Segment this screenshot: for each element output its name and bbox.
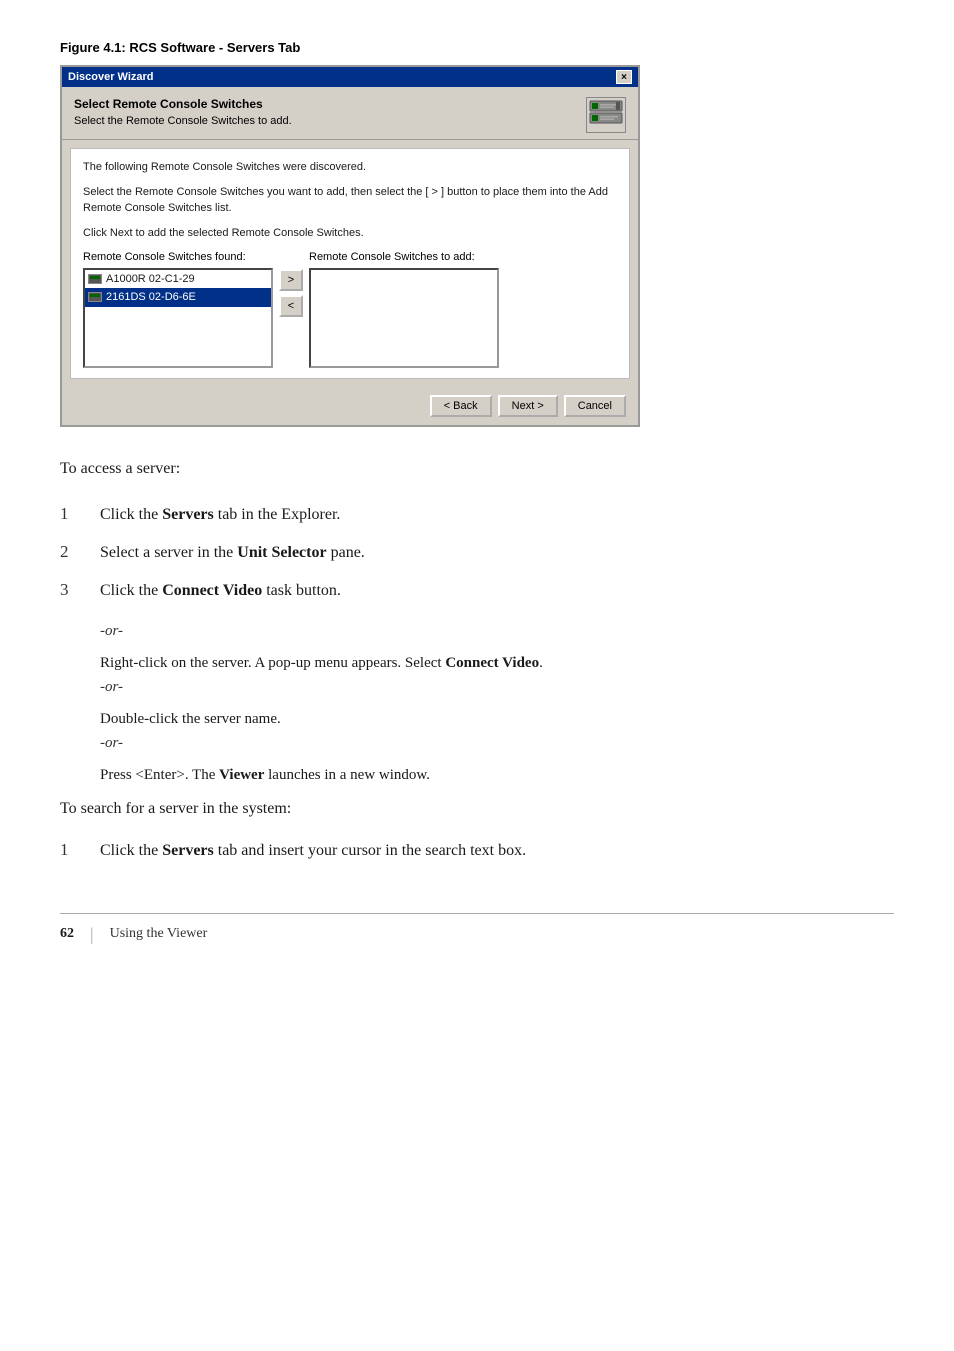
step-number: 2 [60,539,80,565]
or-paragraph-1: Right-click on the server. A pop-up menu… [100,651,894,675]
step-number: 3 [60,577,80,603]
dialog-body-line1: The following Remote Console Switches we… [83,159,617,176]
dialog-subtext: Select the Remote Console Switches to ad… [74,115,292,127]
add-label: Remote Console Switches to add: [309,249,499,266]
or-text-3: -or- [100,731,894,755]
dialog-title: Discover Wizard [68,71,154,83]
add-list-section: Remote Console Switches to add: [309,249,499,368]
list-item[interactable]: A1000R 02-C1-29 [85,270,271,289]
back-button[interactable]: < Back [430,395,492,417]
next-button[interactable]: Next > [498,395,558,417]
list-item: 1 Click the Servers tab in the Explorer. [60,501,894,527]
footer-label: Using the Viewer [110,926,208,942]
cancel-button[interactable]: Cancel [564,395,626,417]
found-list-section: Remote Console Switches found: A1000R 02… [83,249,273,368]
dialog-close-button[interactable]: × [616,70,632,84]
bold-text: Unit Selector [237,544,326,561]
dialog-footer: < Back Next > Cancel [62,387,638,425]
dialog-body-line2: Select the Remote Console Switches you w… [83,184,617,217]
server-icon [588,99,624,131]
dialog-header-text: Select Remote Console Switches Select th… [74,97,292,127]
list-item-text: 2161DS 02-D6-6E [106,289,196,306]
figure-caption: Figure 4.1: RCS Software - Servers Tab [60,40,894,55]
list-item: 3 Click the Connect Video task button. [60,577,894,603]
bold-text: Servers [162,842,214,859]
access-steps-list: 1 Click the Servers tab in the Explorer.… [60,501,894,603]
or-paragraph-2: Double-click the server name. [100,707,894,731]
step-text: Click the Connect Video task button. [100,579,894,603]
or-text-2: -or- [100,675,894,699]
dialog-titlebar: Discover Wizard × [62,67,638,87]
bold-text: Connect Video [162,582,262,599]
add-listbox[interactable] [309,268,499,368]
step-text: Click the Servers tab and insert your cu… [100,839,894,863]
bold-text: Servers [162,506,214,523]
switch-icon [88,292,102,302]
or-paragraph-3: Press <Enter>. The Viewer launches in a … [100,763,894,787]
page-number: 62 [60,926,74,942]
list-item-text: A1000R 02-C1-29 [106,271,195,288]
found-listbox[interactable]: A1000R 02-C1-29 2161DS 02-D6-6E [83,268,273,368]
step-text: Click the Servers tab in the Explorer. [100,503,894,527]
found-label: Remote Console Switches found: [83,249,273,266]
dialog-header-icon [586,97,626,133]
move-left-button[interactable]: < [279,295,303,317]
switch-icon [88,274,102,284]
step-text: Select a server in the Unit Selector pan… [100,541,894,565]
discover-wizard-dialog: Discover Wizard × Select Remote Console … [60,65,640,427]
arrow-buttons: > < [279,249,303,317]
move-right-button[interactable]: > [279,269,303,291]
lists-area: Remote Console Switches found: A1000R 02… [83,249,617,368]
or-text-1: -or- [100,619,894,643]
list-item: 1 Click the Servers tab and insert your … [60,837,894,863]
search-steps-list: 1 Click the Servers tab and insert your … [60,837,894,863]
page-footer: 62 | Using the Viewer [60,913,894,945]
step-number: 1 [60,501,80,527]
list-item: 2 Select a server in the Unit Selector p… [60,539,894,565]
dialog-body-line3: Click Next to add the selected Remote Co… [83,225,617,242]
dialog-heading: Select Remote Console Switches [74,97,292,111]
sub-content-or1: -or- Right-click on the server. A pop-up… [100,619,894,787]
dialog-header: Select Remote Console Switches Select th… [62,87,638,140]
footer-separator: | [90,924,94,945]
bold-text: Connect Video [445,655,539,671]
step-number: 1 [60,837,80,863]
access-intro: To access a server: [60,457,894,481]
search-intro: To search for a server in the system: [60,797,894,821]
bold-text: Viewer [219,767,264,783]
list-item[interactable]: 2161DS 02-D6-6E [85,288,271,307]
dialog-body: The following Remote Console Switches we… [70,148,630,379]
